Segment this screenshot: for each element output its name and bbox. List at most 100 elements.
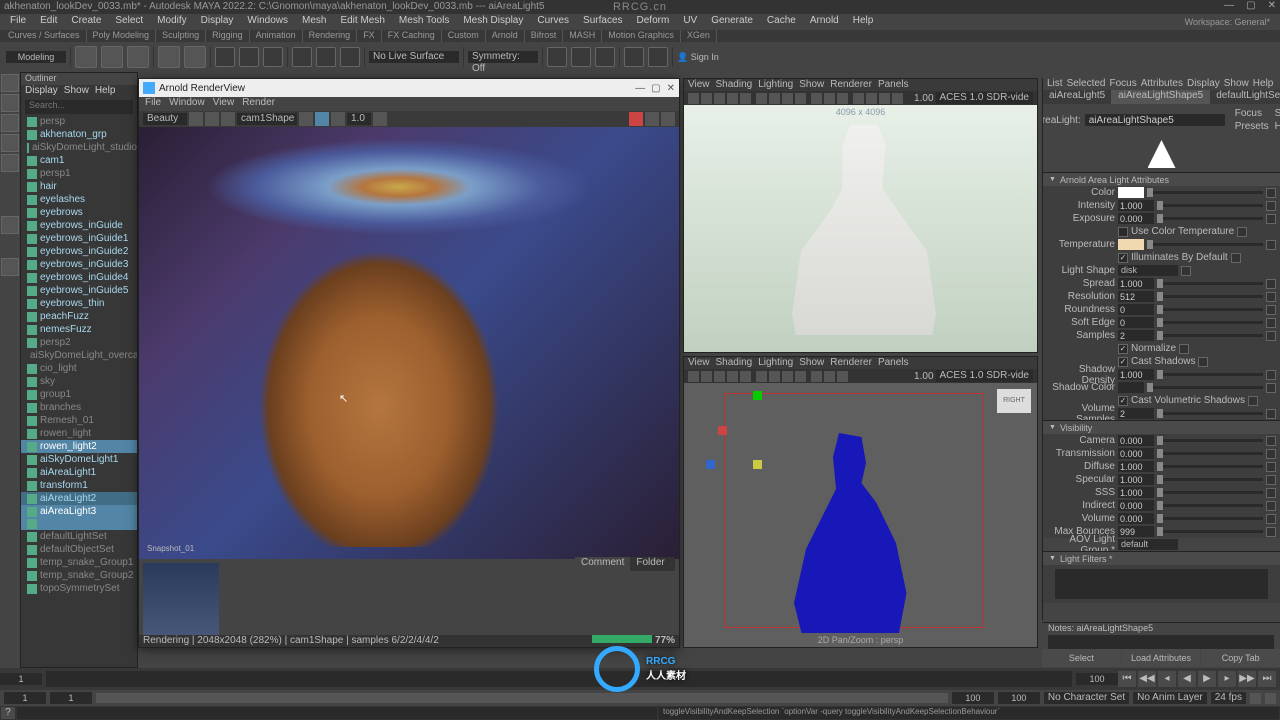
outliner-item[interactable]: rowen_light bbox=[21, 427, 137, 440]
value-field[interactable] bbox=[1118, 461, 1154, 472]
value-field[interactable] bbox=[1118, 513, 1154, 524]
outliner-item[interactable]: eyebrows_inGuide5 bbox=[21, 284, 137, 297]
menu-mesh-display[interactable]: Mesh Display bbox=[457, 14, 529, 30]
value-field[interactable] bbox=[1118, 330, 1154, 341]
value-field[interactable] bbox=[1118, 435, 1154, 446]
scale-tool[interactable] bbox=[1, 154, 19, 172]
rv-refresh-icon[interactable] bbox=[221, 112, 235, 126]
map-button[interactable] bbox=[1266, 409, 1276, 419]
colorspace-selector[interactable]: ACES 1.0 SDR-vide bbox=[936, 92, 1033, 104]
aov-selector[interactable]: Beauty bbox=[143, 113, 187, 125]
outliner-tree[interactable]: perspakhenaton_grpaiSkyDomeLight_studioc… bbox=[21, 115, 137, 667]
outliner-item[interactable]: persp2 bbox=[21, 336, 137, 349]
ae-tabs[interactable]: aiAreaLight5aiAreaLightShape5defaultLigh… bbox=[1043, 90, 1280, 104]
menu-generate[interactable]: Generate bbox=[705, 14, 759, 30]
section-visibility[interactable]: Visibility bbox=[1043, 420, 1280, 434]
outliner-item[interactable]: aiAreaLight1 bbox=[21, 466, 137, 479]
outliner-item[interactable]: aiSkyDomeLight_studio bbox=[21, 141, 137, 154]
map-button[interactable] bbox=[1237, 227, 1247, 237]
light-filter-list[interactable] bbox=[1055, 569, 1268, 599]
map-button[interactable] bbox=[1266, 370, 1276, 380]
map-button[interactable] bbox=[1181, 266, 1191, 276]
rv-b-icon[interactable] bbox=[373, 112, 387, 126]
ae-load-attributes-button[interactable]: Load Attributes bbox=[1122, 649, 1201, 667]
snapshot-thumb[interactable] bbox=[143, 563, 219, 643]
render-view-titlebar[interactable]: Arnold RenderView —▢✕ bbox=[139, 79, 679, 97]
outliner-item[interactable]: aiSkyDomeLight1 bbox=[21, 453, 137, 466]
value-field[interactable] bbox=[1118, 500, 1154, 511]
show-manip-tool[interactable] bbox=[1, 258, 19, 276]
snap-point-icon[interactable] bbox=[340, 47, 360, 67]
workspace-selector[interactable]: Workspace: General* bbox=[1185, 17, 1270, 27]
map-button[interactable] bbox=[1266, 449, 1276, 459]
play-back-icon[interactable]: ◀ bbox=[1178, 671, 1196, 687]
rotate-tool[interactable] bbox=[1, 134, 19, 152]
select-tool[interactable] bbox=[1, 74, 19, 92]
menu-display[interactable]: Display bbox=[195, 14, 240, 30]
value-field[interactable] bbox=[1118, 317, 1154, 328]
outliner-item[interactable]: defaultLightSet bbox=[21, 530, 137, 543]
shelf-tab[interactable]: Bifrost bbox=[525, 30, 564, 42]
animlayer-selector[interactable]: No Anim Layer bbox=[1133, 692, 1207, 704]
menu-curves[interactable]: Curves bbox=[531, 14, 575, 30]
menu-mesh[interactable]: Mesh bbox=[296, 14, 332, 30]
dropdown[interactable]: disk bbox=[1118, 265, 1178, 276]
vp-canvas[interactable]: RIGHT 2D Pan/Zoom : persp bbox=[684, 383, 1037, 647]
shelf-tab[interactable]: Custom bbox=[442, 30, 486, 42]
mel-input[interactable] bbox=[17, 707, 657, 719]
rv-snap-icon[interactable] bbox=[645, 112, 659, 126]
outliner-item[interactable]: group1 bbox=[21, 388, 137, 401]
map-button[interactable] bbox=[1248, 396, 1258, 406]
value-field[interactable] bbox=[1118, 200, 1154, 211]
menu-uv[interactable]: UV bbox=[677, 14, 703, 30]
lasso-icon[interactable] bbox=[239, 47, 259, 67]
outliner-item[interactable]: rowen_light2 bbox=[21, 440, 137, 453]
rewind-start-icon[interactable]: ⏮ bbox=[1118, 671, 1136, 687]
checkbox[interactable] bbox=[1118, 253, 1128, 263]
outliner-item[interactable]: eyebrows_thin bbox=[21, 297, 137, 310]
color-swatch[interactable] bbox=[1118, 239, 1144, 250]
menu-cache[interactable]: Cache bbox=[761, 14, 802, 30]
color-swatch[interactable] bbox=[1118, 382, 1144, 393]
prev-key-icon[interactable]: ◂ bbox=[1158, 671, 1176, 687]
outliner-item[interactable]: topoSymmetrySet bbox=[21, 582, 137, 595]
outliner-item[interactable]: temp_snake_Group1 bbox=[21, 556, 137, 569]
focus-button[interactable]: Focus bbox=[1235, 108, 1269, 119]
menu-modify[interactable]: Modify bbox=[151, 14, 192, 30]
rv-rec-icon[interactable] bbox=[629, 112, 643, 126]
vp-icon[interactable] bbox=[688, 93, 699, 104]
select-tool-icon[interactable] bbox=[215, 47, 235, 67]
scale-field[interactable]: 1.0 bbox=[347, 113, 371, 125]
fwd-end-icon[interactable]: ⏭ bbox=[1258, 671, 1276, 687]
ae-select-button[interactable]: Select bbox=[1042, 649, 1121, 667]
outliner-item[interactable]: branches bbox=[21, 401, 137, 414]
play-fwd-icon[interactable]: ▶ bbox=[1198, 671, 1216, 687]
map-button[interactable] bbox=[1266, 318, 1276, 328]
menu-file[interactable]: File bbox=[4, 14, 32, 30]
shelf-tab[interactable]: Rigging bbox=[206, 30, 250, 42]
manip-x[interactable] bbox=[718, 426, 727, 435]
outliner-item[interactable]: Remesh_01 bbox=[21, 414, 137, 427]
viewcube[interactable]: RIGHT bbox=[997, 389, 1031, 413]
camera-selector[interactable]: cam1Shape bbox=[237, 113, 297, 125]
checkbox[interactable] bbox=[1118, 357, 1128, 367]
outliner-item[interactable]: eyebrows bbox=[21, 206, 137, 219]
map-button[interactable] bbox=[1266, 475, 1276, 485]
new-icon[interactable] bbox=[75, 46, 97, 68]
map-button[interactable] bbox=[1266, 488, 1276, 498]
undo-icon[interactable] bbox=[158, 46, 180, 68]
outliner-item[interactable]: akhenaton_grp bbox=[21, 128, 137, 141]
outliner-item[interactable]: persp bbox=[21, 115, 137, 128]
symmetry-menu[interactable]: Symmetry: Off bbox=[468, 51, 538, 63]
section-light-filters[interactable]: Light Filters * bbox=[1043, 551, 1280, 565]
shelf-tab[interactable]: Animation bbox=[250, 30, 303, 42]
outliner-item[interactable]: cam1 bbox=[21, 154, 137, 167]
checkbox[interactable] bbox=[1118, 227, 1128, 237]
menu-deform[interactable]: Deform bbox=[631, 14, 676, 30]
shelf-tab[interactable]: MASH bbox=[563, 30, 602, 42]
outliner-item[interactable]: persp1 bbox=[21, 167, 137, 180]
node-name-field[interactable] bbox=[1085, 114, 1225, 126]
outliner-item[interactable]: eyebrows_inGuide bbox=[21, 219, 137, 232]
ae-tab[interactable]: aiAreaLightShape5 bbox=[1112, 90, 1210, 104]
map-button[interactable] bbox=[1266, 214, 1276, 224]
